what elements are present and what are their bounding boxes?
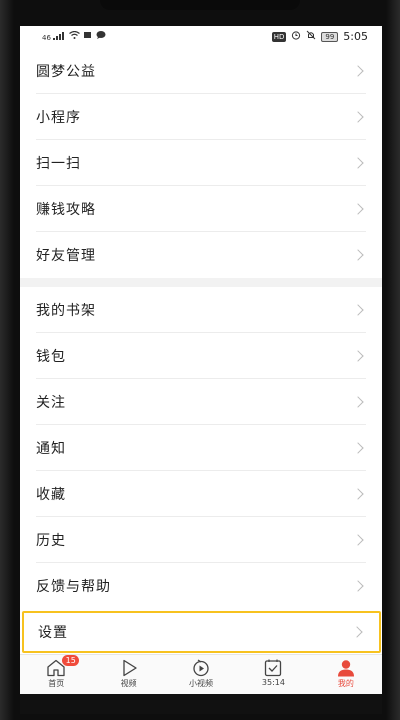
short-video-icon xyxy=(193,659,209,677)
menu-item-label: 设置 xyxy=(38,625,68,641)
menu-item-notifications[interactable]: 通知 xyxy=(36,425,366,471)
menu-item-history[interactable]: 历史 xyxy=(36,517,366,563)
bottom-tab-bar: 15 首页 视频 小视频 35:14 我的 xyxy=(20,654,382,695)
menu-item-label: 反馈与帮助 xyxy=(36,579,111,595)
menu-item-bookshelf[interactable]: 我的书架 xyxy=(36,287,366,333)
menu-item-label: 赚钱攻略 xyxy=(36,201,96,218)
tab-label: 小视频 xyxy=(189,679,214,688)
tab-label: 视频 xyxy=(120,679,137,688)
menu-item-charity[interactable]: 圆梦公益 xyxy=(36,48,366,94)
menu-item-label: 关注 xyxy=(36,394,66,411)
menu-item-label: 通知 xyxy=(36,440,66,457)
menu-item-scan[interactable]: 扫一扫 xyxy=(36,140,366,186)
tab-profile[interactable]: 我的 xyxy=(310,655,382,695)
menu-item-settings[interactable]: 设置 xyxy=(22,611,381,653)
menu-item-mini-programs[interactable]: 小程序 xyxy=(36,94,366,140)
status-time: 5:05 xyxy=(343,30,368,43)
menu-item-following[interactable]: 关注 xyxy=(36,379,366,425)
menu-item-feedback-help[interactable]: 反馈与帮助 xyxy=(36,563,366,609)
chevron-right-icon xyxy=(352,580,364,592)
menu-item-label: 钱包 xyxy=(36,348,66,365)
tab-label: 35:14 xyxy=(261,678,285,687)
group-divider xyxy=(20,278,382,287)
settings-menu-list: 圆梦公益 小程序 扫一扫 赚钱攻略 好友管理 我的书架 钱包 关注 通知 收藏 … xyxy=(20,48,382,609)
chevron-right-icon xyxy=(352,349,364,362)
chevron-right-icon xyxy=(351,626,363,638)
phone-screen: 46 HD 99 5:05 圆梦公益 小程序 扫一扫 赚钱攻略 好友管理 我的书… xyxy=(20,26,382,714)
chevron-right-icon xyxy=(352,303,364,316)
battery-icon: 99 xyxy=(321,31,339,42)
phone-notch xyxy=(100,0,300,10)
navigation-gesture-area xyxy=(20,694,382,714)
message-icon xyxy=(96,31,106,42)
chevron-right-icon xyxy=(352,441,364,454)
tab-short-video[interactable]: 小视频 xyxy=(165,655,237,695)
chevron-right-icon xyxy=(352,533,364,546)
menu-item-earning-guide[interactable]: 赚钱攻略 xyxy=(36,186,366,232)
signal-icon: 46 xyxy=(42,31,65,42)
menu-item-label: 我的书架 xyxy=(36,302,96,319)
menu-item-label: 好友管理 xyxy=(36,248,96,264)
chevron-right-icon xyxy=(352,156,364,169)
play-icon xyxy=(122,659,137,677)
menu-item-friend-management[interactable]: 好友管理 xyxy=(36,232,366,278)
wifi-icon xyxy=(69,30,81,42)
menu-item-label: 扫一扫 xyxy=(36,155,81,172)
profile-icon xyxy=(337,660,354,677)
tab-home[interactable]: 15 首页 xyxy=(20,655,92,695)
status-bar: 46 HD 99 5:05 xyxy=(20,26,382,48)
menu-item-label: 小程序 xyxy=(36,109,81,126)
tab-video[interactable]: 视频 xyxy=(92,655,164,695)
tab-label: 我的 xyxy=(337,679,354,688)
menu-item-label: 历史 xyxy=(36,532,66,549)
chevron-right-icon xyxy=(352,487,364,500)
menu-item-label: 圆梦公益 xyxy=(36,63,96,80)
chevron-right-icon xyxy=(352,249,364,261)
chevron-right-icon xyxy=(352,110,364,123)
chevron-right-icon xyxy=(352,64,364,77)
task-check-icon xyxy=(265,659,282,677)
tab-task[interactable]: 35:14 xyxy=(237,655,309,695)
chevron-right-icon xyxy=(352,395,364,408)
notification-badge: 15 xyxy=(62,655,80,666)
stop-icon xyxy=(84,31,92,42)
menu-item-wallet[interactable]: 钱包 xyxy=(36,333,366,379)
signal-text: 46 xyxy=(42,33,51,42)
chevron-right-icon xyxy=(352,202,364,215)
menu-item-label: 收藏 xyxy=(36,486,66,503)
alarm-icon xyxy=(291,30,301,43)
hd-badge: HD xyxy=(271,31,287,42)
tab-label: 首页 xyxy=(48,679,65,688)
menu-item-favorites[interactable]: 收藏 xyxy=(36,471,366,517)
mute-bell-icon xyxy=(306,30,316,43)
